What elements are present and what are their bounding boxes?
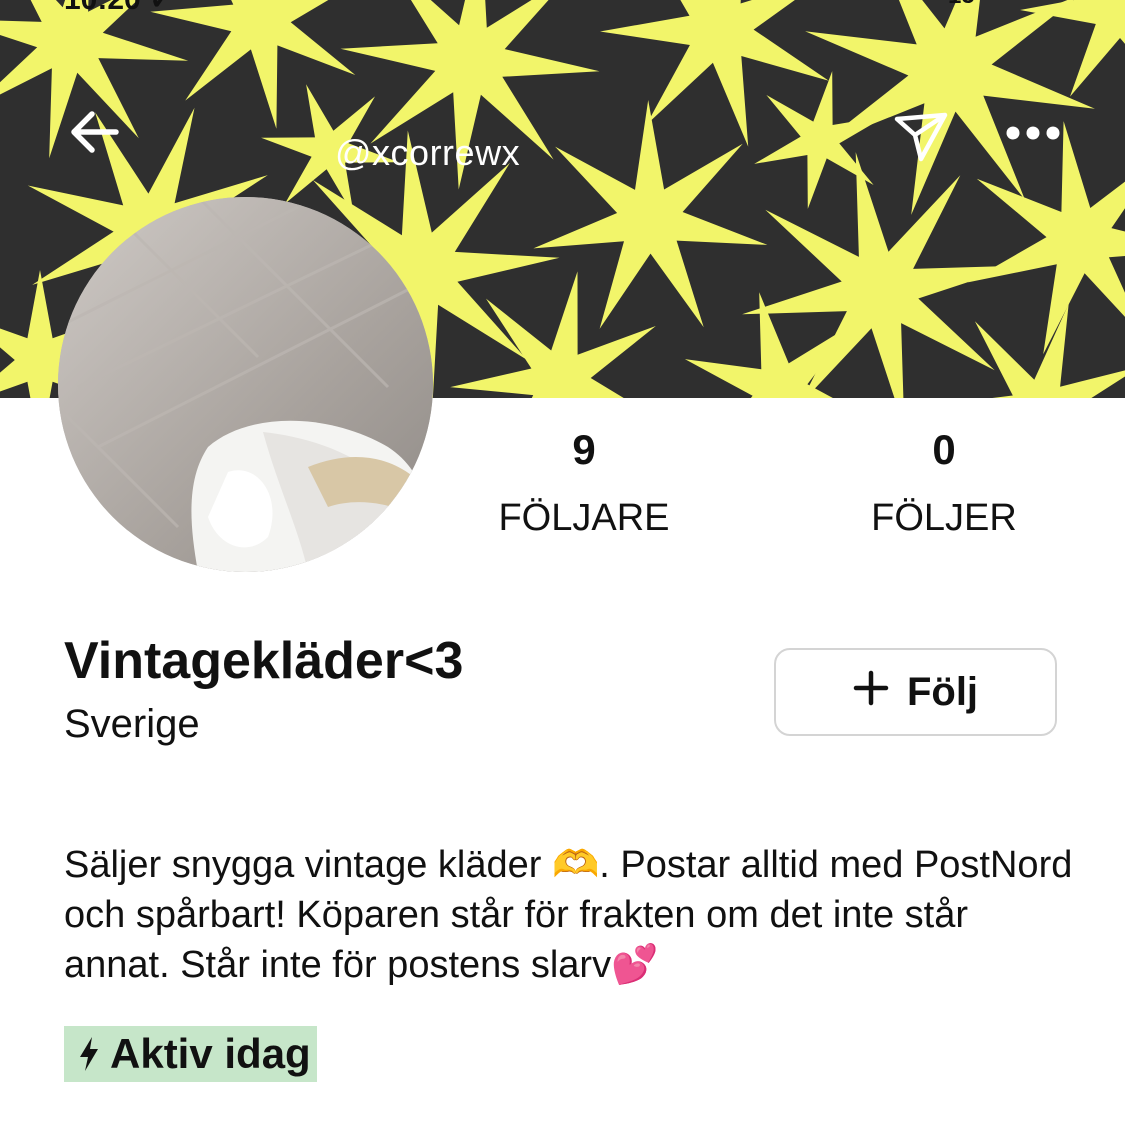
following-label: FÖLJER — [871, 497, 1017, 539]
status-bar: 10:20 ✓ 15 — [0, 0, 1125, 16]
profile-bio: Säljer snygga vintage kläder 🫶. Postar a… — [64, 844, 1073, 986]
arrow-left-icon — [71, 111, 119, 153]
banner-star — [533, 100, 768, 329]
avatar-photo — [58, 197, 433, 572]
following-count: 0 — [932, 426, 956, 473]
followers-stat[interactable]: 9 FÖLJARE — [454, 420, 714, 548]
status-time: 10:20 ✓ — [64, 0, 174, 17]
share-button[interactable] — [888, 102, 954, 168]
banner-star — [450, 271, 656, 398]
followers-label: FÖLJARE — [498, 497, 670, 539]
follow-label: Följ — [906, 669, 979, 714]
lightning-icon — [78, 1036, 100, 1072]
banner-star — [150, 0, 356, 129]
activity-label: Aktiv idag — [110, 1030, 311, 1077]
more-horizontal-icon — [1006, 126, 1060, 140]
followers-count: 9 — [572, 426, 596, 473]
plus-icon — [853, 670, 889, 714]
battery-level: 15 — [948, 0, 975, 10]
follow-button[interactable]: Följ — [774, 648, 1057, 736]
more-options-button[interactable] — [1000, 108, 1066, 158]
back-button[interactable] — [62, 100, 126, 164]
following-stat[interactable]: 0 FÖLJER — [814, 420, 1074, 548]
send-icon — [894, 112, 948, 162]
profile-page: 10:20 ✓ 15 @xcorrewx — [0, 0, 1125, 1125]
profile-handle: @xcorrewx — [335, 132, 521, 173]
activity-badge: Aktiv idag — [64, 1026, 317, 1082]
profile-avatar[interactable] — [58, 197, 433, 572]
profile-name: Vintagekläder<3 — [64, 632, 464, 690]
profile-location: Sverige — [64, 702, 200, 746]
